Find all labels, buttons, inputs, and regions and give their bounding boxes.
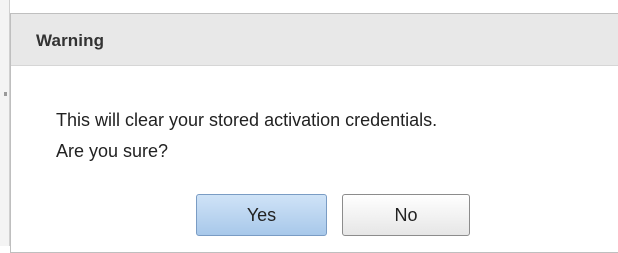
no-button[interactable]: No <box>342 194 470 236</box>
dialog-message-line2: Are you sure? <box>56 141 169 161</box>
dialog-title: Warning <box>36 31 105 50</box>
warning-dialog: Warning This will clear your stored acti… <box>10 13 618 253</box>
screen-background: Warning This will clear your stored acti… <box>0 0 618 253</box>
dialog-titlebar: Warning <box>11 14 618 66</box>
edge-marker <box>4 92 7 96</box>
yes-button[interactable]: Yes <box>196 194 327 236</box>
background-window-edge <box>0 0 10 246</box>
dialog-message-line1: This will clear your stored activation c… <box>56 110 438 130</box>
